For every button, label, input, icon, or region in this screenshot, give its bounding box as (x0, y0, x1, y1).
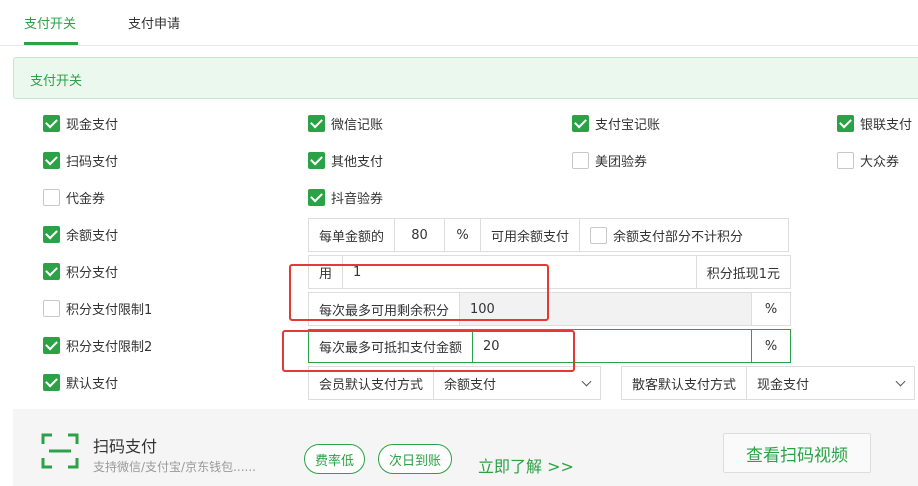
balance-settings-group: 每单金额的 80 % 可用余额支付 余额支付部分不计积分 (308, 218, 789, 252)
points-settings-group: 用 1 积分抵现1元 (308, 255, 791, 289)
points-limit1-input[interactable]: 100 (460, 293, 752, 325)
checkbox-box[interactable] (837, 115, 854, 132)
checkbox-box[interactable] (308, 189, 325, 206)
guest-default-value: 现金支付 (757, 377, 810, 393)
checkbox-box[interactable] (572, 115, 589, 132)
checkbox-label: 银联支付 (860, 118, 913, 133)
checkbox-label: 扫码支付 (66, 155, 119, 170)
checkbox-label: 其他支付 (331, 155, 384, 170)
checkbox-box[interactable] (308, 115, 325, 132)
checkbox-box[interactable] (837, 152, 854, 169)
guest-default-select[interactable]: 现金支付 (747, 367, 914, 399)
checkbox-no-points[interactable]: 余额支付部分不计积分 (580, 219, 753, 251)
checkbox-box[interactable] (43, 152, 60, 169)
checkbox-other[interactable]: 其他支付 (308, 151, 383, 170)
checkbox-label: 现金支付 (66, 118, 119, 133)
checkbox-label: 积分支付限制2 (66, 340, 153, 355)
guest-default-label: 散客默认支付方式 (622, 367, 748, 399)
checkbox-label: 积分支付 (66, 266, 119, 281)
points-limit2-unit: % (764, 338, 778, 354)
checkbox-label: 支付宝记账 (595, 118, 661, 133)
balance-suffix: 可用余额支付 (481, 219, 581, 251)
checkbox-box[interactable] (43, 300, 60, 317)
checkbox-label: 微信记账 (331, 118, 384, 133)
guest-default-group: 散客默认支付方式 现金支付 (621, 366, 915, 400)
checkbox-wechat[interactable]: 微信记账 (308, 114, 383, 133)
checkbox-label: 代金券 (66, 192, 106, 207)
points-limit1-label: 每次最多可用剩余积分 (309, 293, 461, 325)
checkbox-unionpay[interactable]: 银联支付 (837, 114, 912, 133)
checkbox-points[interactable]: 积分支付 (43, 262, 118, 281)
checkbox-box[interactable] (308, 152, 325, 169)
checkbox-cash[interactable]: 现金支付 (43, 114, 118, 133)
checkbox-box[interactable] (43, 226, 60, 243)
promo-title: 扫码支付 (93, 437, 158, 456)
chevron-down-icon (895, 376, 906, 386)
checkbox-box[interactable] (572, 152, 589, 169)
member-default-group: 会员默认支付方式 余额支付 (308, 366, 601, 400)
scan-pay-promo: 扫码支付 支持微信/支付宝/京东钱包...... 费率低 次日到账 立即了解 >… (13, 409, 918, 486)
next-day-badge: 次日到账 (378, 444, 453, 474)
checkbox-scan[interactable]: 扫码支付 (43, 151, 118, 170)
balance-percent-input[interactable]: 80 (395, 219, 446, 251)
checkbox-dianping[interactable]: 大众券 (837, 151, 899, 170)
checkbox-balance[interactable]: 余额支付 (43, 225, 118, 244)
balance-unit: % (445, 219, 482, 251)
checkbox-alipay[interactable]: 支付宝记账 (572, 114, 660, 133)
low-fee-badge: 费率低 (304, 444, 366, 474)
promo-subtitle: 支持微信/支付宝/京东钱包...... (93, 460, 256, 474)
checkbox-box[interactable] (43, 115, 60, 132)
points-amount-input[interactable]: 1 (343, 256, 697, 288)
view-video-button[interactable]: 查看扫码视频 (723, 433, 871, 473)
points-limit1-group: 每次最多可用剩余积分 100 % (308, 292, 791, 326)
checkbox-voucher[interactable]: 代金券 (43, 188, 105, 207)
section-title: 支付开关 (30, 74, 83, 89)
member-default-label: 会员默认支付方式 (309, 367, 435, 399)
tab-bar: 支付开关 支付申请 (0, 0, 918, 46)
checkbox-label: 余额支付 (66, 229, 119, 244)
checkbox-default[interactable]: 默认支付 (43, 373, 118, 392)
checkbox-meituan[interactable]: 美团验券 (572, 151, 647, 170)
learn-more-link[interactable]: 立即了解 >> (478, 453, 574, 477)
member-default-value: 余额支付 (444, 377, 497, 393)
checkbox-points-limit2[interactable]: 积分支付限制2 (43, 336, 152, 355)
checkbox-box[interactable] (43, 337, 60, 354)
section-header: 支付开关 (13, 57, 918, 99)
checkbox-points-limit1[interactable]: 积分支付限制1 (43, 299, 152, 318)
checkbox-box[interactable] (590, 226, 608, 244)
scan-icon (41, 433, 79, 469)
checkbox-box[interactable] (43, 374, 60, 391)
balance-prefix: 每单金额的 (309, 219, 396, 251)
checkbox-douyin[interactable]: 抖音验券 (308, 188, 383, 207)
points-suffix: 积分抵现1元 (706, 266, 780, 282)
points-limit1-unit: % (764, 301, 778, 317)
no-points-checkbox-wrap[interactable]: 余额支付部分不计积分 (590, 226, 743, 245)
checkbox-label: 美团验券 (595, 155, 648, 170)
points-limit2-input[interactable]: 20 (473, 330, 752, 362)
checkbox-label: 大众券 (860, 155, 900, 170)
checkbox-box[interactable] (43, 189, 60, 206)
chevron-down-icon (581, 376, 592, 386)
checkbox-label: 余额支付部分不计积分 (613, 229, 744, 245)
checkbox-box[interactable] (43, 263, 60, 280)
checkbox-label: 默认支付 (66, 377, 119, 392)
member-default-select[interactable]: 余额支付 (434, 367, 600, 399)
points-limit2-label: 每次最多可抵扣支付金额 (309, 330, 474, 362)
points-limit2-group: 每次最多可抵扣支付金额 20 % (308, 329, 791, 363)
points-prefix: 用 (309, 256, 344, 288)
checkbox-label: 积分支付限制1 (66, 303, 153, 318)
active-tab-indicator (24, 42, 78, 45)
tab-payment-switch[interactable]: 支付开关 (24, 13, 76, 32)
checkbox-label: 抖音验券 (331, 192, 384, 207)
tab-payment-apply[interactable]: 支付申请 (128, 13, 180, 32)
